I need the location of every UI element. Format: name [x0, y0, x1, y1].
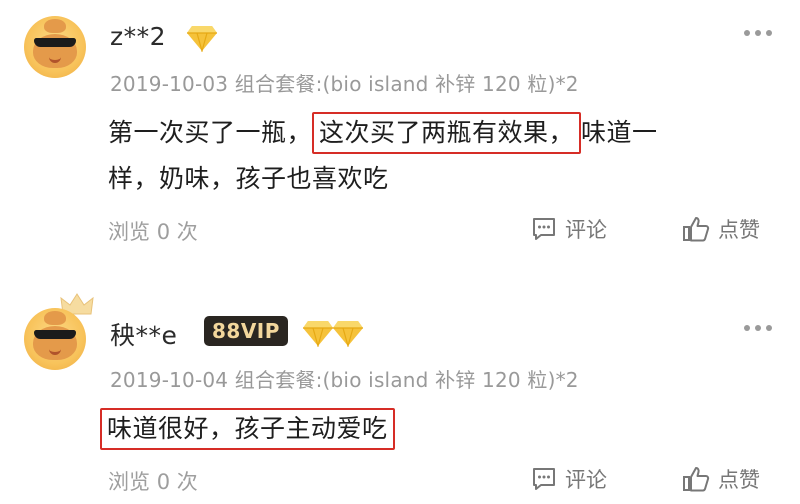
highlight-box: 味道很好，孩子主动爱吃	[100, 408, 395, 450]
avatar-tuft	[44, 19, 66, 33]
diamond-gem-icon	[303, 321, 333, 347]
review-card: z**2 2019-10-03 组合套餐:(bio island 补锌 120 …	[0, 0, 800, 268]
avatar-tuft	[44, 311, 66, 325]
views-label: 浏览	[108, 470, 150, 494]
highlight-box: 这次买了两瓶有效果，	[312, 112, 582, 154]
view-count: 浏览 0 次	[108, 466, 198, 496]
content-text: 第一次买了一瓶，	[108, 118, 313, 147]
review-date: 2019-10-03	[110, 72, 229, 96]
comment-icon	[533, 468, 555, 490]
review-spec: 组合套餐:(bio island 补锌 120 粒)*2	[234, 72, 579, 96]
dot	[744, 325, 750, 331]
thumbs-up-icon	[683, 467, 710, 492]
review-meta: 2019-10-03 组合套餐:(bio island 补锌 120 粒)*2	[110, 68, 579, 97]
comment-icon	[533, 218, 555, 240]
views-count: 0	[156, 220, 171, 244]
avatar-sunglasses	[34, 38, 76, 47]
views-count: 0	[156, 470, 171, 494]
content-text: 样，奶味，孩子也喜欢吃	[108, 164, 389, 193]
more-options-icon[interactable]	[744, 29, 774, 37]
username[interactable]: z**2	[110, 22, 166, 51]
comment-label: 评论	[565, 218, 607, 242]
content-text: 味道一	[581, 118, 658, 147]
dot	[755, 325, 761, 331]
review-content: 第一次买了一瓶， 这次买了两瓶有效果， 味道一 样，奶味，孩子也喜欢吃	[108, 110, 778, 202]
review-spec: 组合套餐:(bio island 补锌 120 粒)*2	[234, 368, 579, 392]
vip-badge: 88VIP	[204, 316, 288, 346]
dot	[744, 30, 750, 36]
dot	[766, 325, 772, 331]
diamond-gem-icon	[187, 26, 217, 52]
avatar[interactable]	[24, 308, 86, 370]
review-card: 秧**e 88VIP 2019-10-04 组合套餐:(bio island 补…	[0, 272, 800, 504]
more-options-icon[interactable]	[744, 324, 774, 332]
like-button[interactable]: 点赞	[682, 214, 760, 244]
views-unit: 次	[176, 220, 198, 244]
views-unit: 次	[176, 470, 198, 494]
avatar[interactable]	[24, 16, 86, 78]
comment-label: 评论	[565, 468, 607, 492]
dot	[766, 30, 772, 36]
review-content: 味道很好，孩子主动爱吃	[100, 406, 770, 452]
comment-button[interactable]: 评论	[531, 214, 607, 244]
views-label: 浏览	[108, 220, 150, 244]
comment-button[interactable]: 评论	[531, 464, 607, 494]
review-meta: 2019-10-04 组合套餐:(bio island 补锌 120 粒)*2	[110, 364, 579, 393]
diamond-gem-icon	[333, 321, 363, 347]
avatar-sunglasses	[34, 330, 76, 339]
review-date: 2019-10-04	[110, 368, 229, 392]
username[interactable]: 秧**e	[110, 316, 177, 352]
thumbs-up-icon	[683, 217, 710, 242]
like-label: 点赞	[718, 218, 760, 242]
like-button[interactable]: 点赞	[682, 464, 760, 494]
like-label: 点赞	[718, 468, 760, 492]
dot	[755, 30, 761, 36]
view-count: 浏览 0 次	[108, 216, 198, 246]
